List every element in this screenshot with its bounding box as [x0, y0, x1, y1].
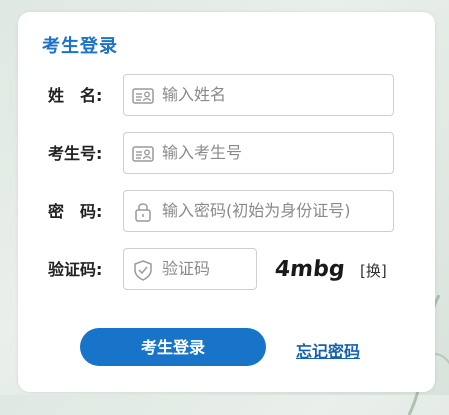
exam-number-label: 考生号: [48, 144, 103, 163]
password-row: 密 码: 输入密码(初始为身份证号) [18, 190, 435, 234]
exam-number-row: 考生号: 输入考生号 [18, 132, 435, 176]
captcha-row: 验证码: 验证码 4mbg [换] [18, 248, 435, 292]
login-button[interactable]: 考生登录 [80, 328, 266, 366]
password-input[interactable]: 输入密码(初始为身份证号) [123, 190, 394, 232]
captcha-image[interactable]: 4mbg [273, 250, 353, 286]
id-card-icon [132, 88, 154, 104]
captcha-label: 验证码: [48, 260, 103, 279]
forgot-password-link[interactable]: 忘记密码 [296, 338, 360, 362]
login-card: 考生登录 姓 名: 输入姓名 考生号: 输入考生号 密 码: 输入密码(初始为身… [18, 12, 435, 392]
name-placeholder: 输入姓名 [162, 85, 227, 104]
password-label: 密 码: [48, 202, 103, 221]
form-title: 考生登录 [42, 36, 118, 57]
name-input[interactable]: 输入姓名 [123, 74, 394, 116]
exam-number-input[interactable]: 输入考生号 [123, 132, 394, 174]
captcha-input[interactable]: 验证码 [123, 248, 257, 290]
captcha-refresh-link[interactable]: [换] [360, 260, 387, 281]
exam-number-placeholder: 输入考生号 [162, 143, 243, 162]
lock-icon [135, 203, 151, 222]
name-row: 姓 名: 输入姓名 [18, 74, 435, 118]
password-placeholder: 输入密码(初始为身份证号) [162, 201, 351, 220]
shield-icon [134, 260, 152, 281]
captcha-text: 4mbg [274, 257, 346, 282]
captcha-placeholder: 验证码 [162, 259, 211, 278]
name-label: 姓 名: [48, 86, 103, 105]
id-card-icon [132, 146, 154, 162]
